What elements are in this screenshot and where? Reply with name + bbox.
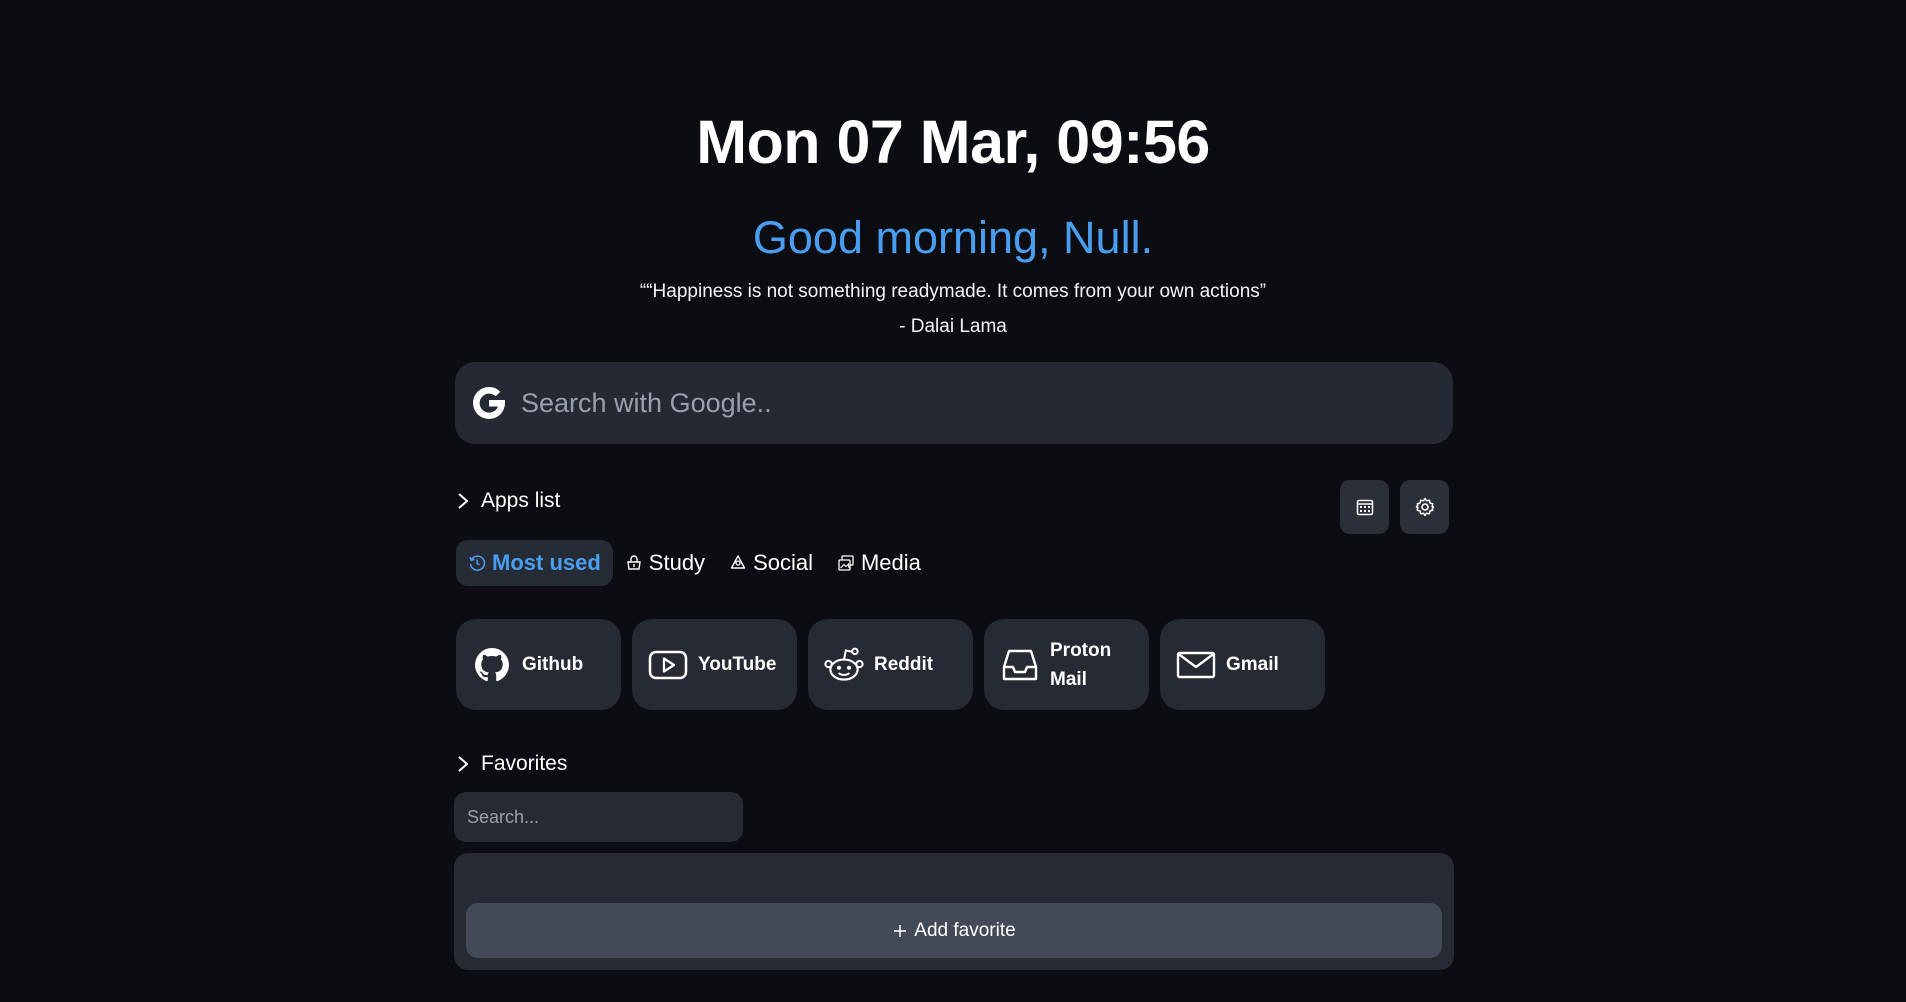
github-icon bbox=[472, 645, 512, 685]
quote: ““Happiness is not something readymade. … bbox=[639, 281, 1267, 302]
app-youtube[interactable]: YouTube bbox=[632, 619, 797, 710]
youtube-icon bbox=[648, 645, 688, 685]
chevron-right-icon bbox=[455, 491, 471, 511]
app-reddit[interactable]: Reddit bbox=[808, 619, 973, 710]
media-icon bbox=[837, 554, 855, 572]
inbox-icon bbox=[1000, 645, 1040, 685]
calendar-icon bbox=[1356, 498, 1374, 516]
favorites-panel: Add favorite bbox=[454, 853, 1454, 970]
greeting: Good morning, Null. bbox=[752, 212, 1154, 263]
mail-icon bbox=[1176, 645, 1216, 685]
clock: Mon 07 Mar, 09:56 bbox=[696, 108, 1210, 176]
social-icon bbox=[729, 554, 747, 572]
tab-social[interactable]: Social bbox=[717, 540, 825, 586]
favorites-search-input[interactable] bbox=[454, 792, 743, 842]
tab-study[interactable]: Study bbox=[613, 540, 717, 586]
favorites-title: Favorites bbox=[481, 752, 568, 775]
app-github[interactable]: Github bbox=[456, 619, 621, 710]
gear-icon bbox=[1415, 497, 1435, 517]
google-icon bbox=[469, 383, 509, 423]
reddit-icon bbox=[824, 645, 864, 685]
tab-most-used[interactable]: Most used bbox=[456, 540, 613, 586]
apps-list-title: Apps list bbox=[481, 489, 561, 512]
new-tab-page: Mon 07 Mar, 09:56 Good morning, Null. ““… bbox=[0, 0, 1906, 1002]
history-icon bbox=[468, 554, 486, 572]
favorites-toggle[interactable]: Favorites bbox=[455, 752, 567, 776]
add-favorite-button[interactable]: Add favorite bbox=[466, 903, 1442, 958]
study-icon bbox=[625, 554, 643, 572]
app-category-tabs: Most used Study Social Media bbox=[456, 540, 933, 586]
settings-button[interactable] bbox=[1400, 480, 1449, 534]
google-search-bar bbox=[455, 362, 1453, 444]
quote-author: - Dalai Lama bbox=[899, 316, 1007, 337]
apps-grid: Github YouTube Reddit Proton Mail Gmail bbox=[456, 619, 1336, 710]
app-gmail[interactable]: Gmail bbox=[1160, 619, 1325, 710]
apps-list-toggle[interactable]: Apps list bbox=[455, 489, 560, 513]
tab-media[interactable]: Media bbox=[825, 540, 933, 586]
plus-icon bbox=[892, 923, 908, 939]
calendar-button[interactable] bbox=[1340, 480, 1389, 534]
app-proton-mail[interactable]: Proton Mail bbox=[984, 619, 1149, 710]
google-search-input[interactable] bbox=[521, 373, 1453, 433]
chevron-right-icon bbox=[455, 754, 471, 774]
